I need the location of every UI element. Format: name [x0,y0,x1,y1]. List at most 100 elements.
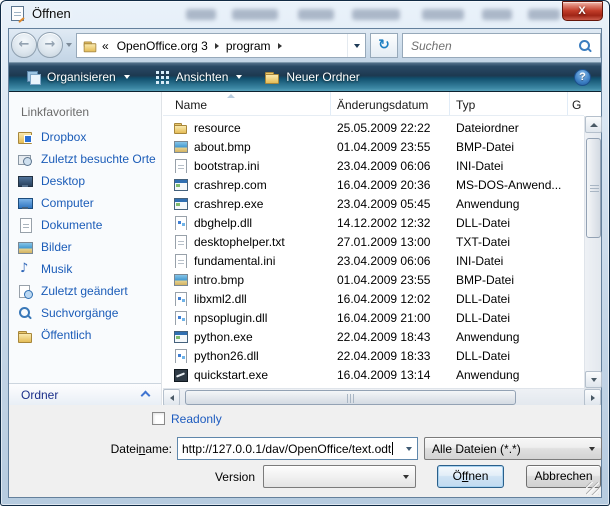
sidebar-item-zuletzt-ge-ndert[interactable]: Zuletzt geändert [17,283,157,299]
sidebar-item-bilder[interactable]: Bilder [17,239,157,255]
sidebar-item-icon [17,305,33,321]
file-type-icon [173,177,188,192]
table-row[interactable]: crashrep.com 16.04.2009 20:36 MS-DOS-Anw… [163,175,584,194]
breadcrumb-separator-icon[interactable] [278,43,282,49]
file-type: Anwendung [450,368,584,382]
list-header: Name Änderungsdatum Typ G [163,92,584,116]
sidebar-item-icon [17,151,33,167]
sidebar-item-zuletzt-besuchte-orte[interactable]: Zuletzt besuchte Orte [17,151,157,167]
table-row[interactable]: libxml2.dll 16.04.2009 12:02 DLL-Datei [163,289,584,308]
sidebar-item-suchvorg-nge[interactable]: Suchvorgänge [17,305,157,321]
file-type: INI-Datei [450,159,584,173]
column-header-type[interactable]: Typ [450,92,568,115]
column-header-name[interactable]: Name [163,92,331,115]
file-date: 16.04.2009 12:02 [331,292,450,306]
breadcrumb-item-openoffice[interactable]: OpenOffice.org 3 [113,39,212,53]
scroll-left-button[interactable] [163,389,180,406]
version-select[interactable] [263,465,416,488]
sidebar-item-icon [17,195,33,211]
breadcrumb-item-program[interactable]: program [222,39,275,53]
file-date: 16.04.2009 20:36 [331,178,450,192]
vertical-scroll-thumb[interactable] [586,138,601,238]
search-box[interactable]: Suchen [402,33,601,58]
chevron-down-icon [406,447,412,451]
table-row[interactable]: desktophelper.txt 27.01.2009 13:00 TXT-D… [163,232,584,251]
glass-blur-blob [298,9,334,20]
organize-button[interactable]: Organisieren [17,66,138,88]
sidebar-item-computer[interactable]: Computer [17,195,157,211]
scroll-right-button[interactable] [584,389,601,406]
open-dialog-window: Öffnen X ← → « OpenOffice.org 3 program [0,0,610,506]
triangle-left-icon [170,395,174,401]
table-row[interactable]: resource 25.05.2009 22:22 Dateiordner [163,118,584,137]
column-header-date[interactable]: Änderungsdatum [331,92,450,115]
filetype-select[interactable]: Alle Dateien (*.*) [424,437,602,460]
sidebar-item-dokumente[interactable]: Dokumente [17,217,157,233]
refresh-icon: ↻ [378,37,390,53]
table-row[interactable]: fundamental.ini 23.04.2009 06:06 INI-Dat… [163,251,584,270]
table-row[interactable]: about.bmp 01.04.2009 23:55 BMP-Datei [163,137,584,156]
file-name: bootstrap.ini [194,159,259,173]
triangle-right-icon [591,395,595,401]
horizontal-scrollbar[interactable] [163,388,601,405]
table-row[interactable]: npsoplugin.dll 16.04.2009 21:00 DLL-Date… [163,308,584,327]
sidebar-item-dropbox[interactable]: Dropbox [17,129,157,145]
breadcrumb-bar[interactable]: « OpenOffice.org 3 program [76,33,366,58]
search-icon [578,39,592,53]
column-header-size[interactable]: G [568,92,584,115]
filename-dropdown-button[interactable] [401,438,417,459]
sidebar-item-musik[interactable]: Musik [17,261,157,277]
refresh-button[interactable]: ↻ [370,33,398,58]
readonly-checkbox[interactable] [152,412,165,425]
folders-bar[interactable]: Ordner [9,383,161,405]
file-name: about.bmp [194,140,251,154]
open-button[interactable]: Öffnen [437,465,504,488]
sidebar-item--ffentlich[interactable]: Öffentlich [17,327,157,343]
scroll-down-button[interactable] [585,371,602,388]
new-folder-button[interactable]: Neuer Ordner [256,66,367,88]
filename-input[interactable]: http://127.0.0.1/dav/OpenOffice/text.odt [177,437,418,460]
table-row[interactable]: crashrep.exe 23.04.2009 05:45 Anwendung [163,194,584,213]
table-row[interactable]: dbghelp.dll 14.12.2002 12:32 DLL-Datei [163,213,584,232]
breadcrumb-separator-icon[interactable] [215,43,219,49]
table-row[interactable]: python.exe 22.04.2009 18:43 Anwendung [163,327,584,346]
vertical-scrollbar[interactable] [584,116,601,388]
organize-label: Organisieren [47,70,116,84]
version-label: Version [159,470,255,484]
back-button[interactable]: ← [11,32,37,58]
table-row[interactable]: python26.dll 22.04.2009 18:33 DLL-Datei [163,346,584,365]
column-label: G [572,98,581,112]
file-date: 22.04.2009 18:33 [331,349,450,363]
titlebar[interactable]: Öffnen X [0,0,610,28]
sidebar-item-icon [17,261,33,277]
close-button[interactable]: X [562,1,603,21]
sidebar-item-label: Desktop [41,174,85,188]
file-type-icon [173,291,188,306]
address-dropdown-button[interactable] [347,34,365,57]
file-date: 01.04.2009 23:55 [331,140,450,154]
forward-button[interactable]: → [37,32,63,58]
resize-grip[interactable] [586,482,599,495]
readonly-label[interactable]: Readonly [171,412,222,426]
sidebar-item-desktop[interactable]: Desktop [17,173,157,189]
file-type-icon [173,215,188,230]
table-row[interactable]: bootstrap.ini 23.04.2009 06:06 INI-Datei [163,156,584,175]
views-button[interactable]: Ansichten [146,66,251,88]
file-name: crashrep.exe [194,197,263,211]
horizontal-scroll-thumb[interactable] [185,390,516,405]
file-type: DLL-Datei [450,349,584,363]
glass-blur-blob [232,9,278,20]
breadcrumb-collapse[interactable]: « [98,39,113,53]
file-type-icon [173,310,188,325]
navigation-bar: ← → « OpenOffice.org 3 program ↻ [9,29,601,62]
help-button[interactable]: ? [574,69,591,86]
table-row[interactable]: intro.bmp 01.04.2009 23:55 BMP-Datei [163,270,584,289]
glass-blur-blob [186,9,216,20]
scroll-up-button[interactable] [585,116,602,133]
history-dropdown-icon[interactable] [66,43,72,47]
file-type-icon [173,367,188,382]
file-type-icon [173,234,188,249]
file-date: 16.04.2009 21:00 [331,311,450,325]
table-row[interactable]: quickstart.exe 16.04.2009 13:14 Anwendun… [163,365,584,384]
file-type: DLL-Datei [450,292,584,306]
